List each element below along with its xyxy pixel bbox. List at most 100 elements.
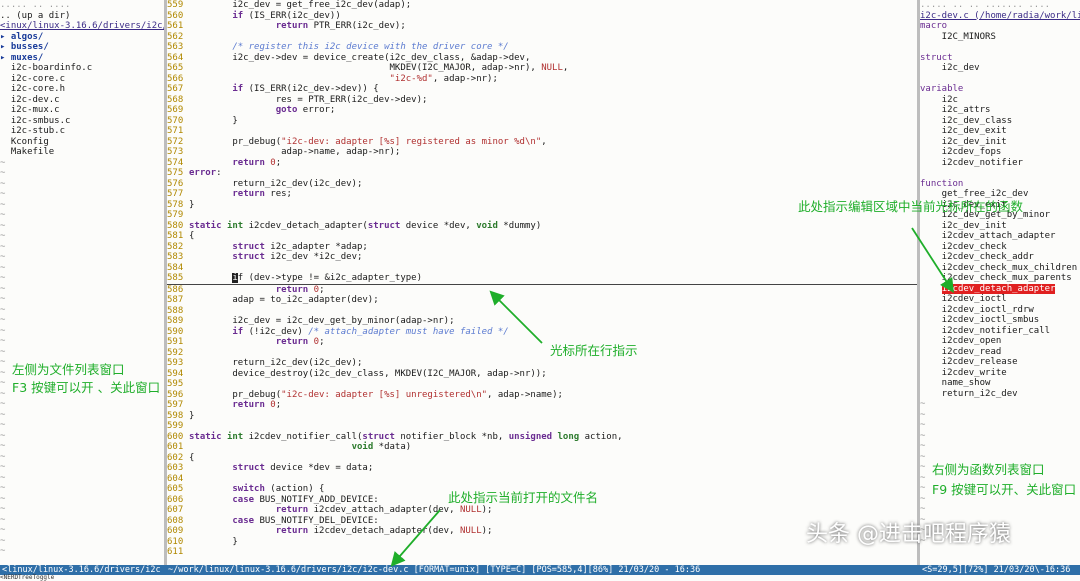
code-line[interactable]: 574 return 0; (167, 158, 917, 169)
function-list-window[interactable]: ..... .. .. ....... .... i2c-dev.c (/hom… (920, 0, 1080, 565)
file-item[interactable]: i2c-stub.c (0, 126, 164, 137)
code-line[interactable]: 611 (167, 547, 917, 558)
code-line[interactable]: 583 struct i2c_dev *i2c_dev; (167, 252, 917, 263)
tag-row[interactable]: i2cdev_notifier_call (920, 326, 1080, 337)
code-line[interactable]: 559 i2c_dev = get_free_i2c_dev(adap); (167, 0, 917, 11)
code-line[interactable]: 580 static int i2cdev_detach_adapter(stru… (167, 221, 917, 232)
code-line[interactable]: 560 if (IS_ERR(i2c_dev)) (167, 11, 917, 22)
code-line[interactable]: 567 if (IS_ERR(i2c_dev->dev)) { (167, 84, 917, 95)
file-item[interactable]: i2c-dev.c (0, 95, 164, 106)
tag-row[interactable]: get_free_i2c_dev (920, 189, 1080, 200)
code-line[interactable]: 609 return i2cdev_detach_adapter(dev, NU… (167, 526, 917, 537)
tag-row[interactable]: return_i2c_dev (920, 389, 1080, 400)
file-item[interactable]: i2c-core.c (0, 74, 164, 85)
code-line[interactable]: 587 adap = to_i2c_adapter(dev); (167, 295, 917, 306)
file-item[interactable]: i2c-boardinfo.c (0, 63, 164, 74)
code-line[interactable]: 565 MKDEV(I2C_MAJOR, adap->nr), NULL, (167, 63, 917, 74)
code-line[interactable]: 570 } (167, 116, 917, 127)
tag-row[interactable]: i2cdev_check_mux_parents (920, 273, 1080, 284)
code-line[interactable]: 592 (167, 348, 917, 359)
tag-row[interactable]: i2cdev_ioctl_rdrw (920, 305, 1080, 316)
code-line[interactable]: 575 error: (167, 168, 917, 179)
code-line[interactable]: 610 } (167, 537, 917, 548)
code-line[interactable]: 584 (167, 263, 917, 274)
tag-row[interactable]: function (920, 179, 1080, 190)
taglist-file-title[interactable]: i2c-dev.c (/home/radia/work/linux (920, 11, 1080, 22)
tag-row[interactable]: name_show (920, 378, 1080, 389)
code-line[interactable]: 577 return res; (167, 189, 917, 200)
code-line[interactable]: 603 struct device *dev = data; (167, 463, 917, 474)
tag-row[interactable]: i2c_attrs (920, 105, 1080, 116)
code-line[interactable]: 596 pr_debug("i2c-dev: adapter [%s] unre… (167, 390, 917, 401)
tag-row[interactable]: macro (920, 21, 1080, 32)
code-line[interactable]: 590 if (!i2c_dev) /* attach_adapter must… (167, 327, 917, 338)
code-line[interactable]: 576 return_i2c_dev(i2c_dev); (167, 179, 917, 190)
code-line[interactable]: 571 (167, 126, 917, 137)
current-dir-path[interactable]: <inux/linux-3.16.6/drivers/i2c/ (0, 21, 164, 32)
tag-row[interactable]: variable (920, 84, 1080, 95)
tag-row[interactable]: i2cdev_ioctl_smbus (920, 315, 1080, 326)
code-line[interactable]: 594 device_destroy(i2c_dev_class, MKDEV(… (167, 369, 917, 380)
code-line[interactable]: 601 void *data) (167, 442, 917, 453)
file-list-window[interactable]: ..... .. .... .. (up a dir) <inux/linux-… (0, 0, 164, 565)
file-item[interactable]: Makefile (0, 147, 164, 158)
tag-row[interactable]: i2cdev_ioctl (920, 294, 1080, 305)
tag-row[interactable]: i2cdev_open (920, 336, 1080, 347)
tag-row[interactable]: i2cdev_write (920, 368, 1080, 379)
tag-row[interactable]: i2cdev_read (920, 347, 1080, 358)
tag-row[interactable]: i2c (920, 95, 1080, 106)
file-item[interactable]: i2c-smbus.c (0, 116, 164, 127)
code-line[interactable]: 561 return PTR_ERR(i2c_dev); (167, 21, 917, 32)
code-line[interactable]: 604 (167, 474, 917, 485)
tag-row[interactable]: I2C_MINORS (920, 32, 1080, 43)
tag-row[interactable]: i2cdev_check (920, 242, 1080, 253)
code-line[interactable]: 597 return 0; (167, 400, 917, 411)
tag-row[interactable]: i2c_dev (920, 63, 1080, 74)
tag-row[interactable]: i2c_dev_exit (920, 126, 1080, 137)
code-line[interactable]: 582 struct i2c_adapter *adap; (167, 242, 917, 253)
code-line[interactable]: 607 return i2cdev_attach_adapter(dev, NU… (167, 505, 917, 516)
code-line[interactable]: 566 "i2c-%d", adap->nr); (167, 74, 917, 85)
tag-row[interactable]: i2cdev_detach_adapter (920, 283, 1080, 295)
tag-row[interactable]: i2cdev_attach_adapter (920, 231, 1080, 242)
tag-row[interactable]: i2cdev_notifier (920, 158, 1080, 169)
tag-row[interactable]: struct (920, 53, 1080, 64)
dir-item[interactable]: ▸ busses/ (0, 42, 164, 53)
code-line[interactable]: 564 i2c_dev->dev = device_create(i2c_dev… (167, 53, 917, 64)
code-line[interactable]: 593 return_i2c_dev(i2c_dev); (167, 358, 917, 369)
code-line[interactable]: 588 (167, 306, 917, 317)
code-line[interactable]: 562 (167, 32, 917, 43)
cursor-line[interactable]: 585 if (dev->type != &i2c_adapter_type) (167, 273, 917, 285)
code-line[interactable]: 563 /* register this i2c device with the… (167, 42, 917, 53)
code-line[interactable]: 569 goto error; (167, 105, 917, 116)
command-line[interactable]: <NERDTreeToggle (0, 575, 54, 581)
code-line[interactable]: 599 (167, 421, 917, 432)
code-line[interactable]: 568 res = PTR_ERR(i2c_dev->dev); (167, 95, 917, 106)
code-line[interactable]: 591 return 0; (167, 337, 917, 348)
file-item[interactable]: Kconfig (0, 137, 164, 148)
dir-item[interactable]: ▸ algos/ (0, 32, 164, 43)
code-line[interactable]: 572 pr_debug("i2c-dev: adapter [%s] regi… (167, 137, 917, 148)
file-item[interactable]: i2c-mux.c (0, 105, 164, 116)
tag-row[interactable]: i2cdev_release (920, 357, 1080, 368)
code-line[interactable]: 598} (167, 411, 917, 422)
code-line[interactable]: 608 case BUS_NOTIFY_DEL_DEVICE: (167, 516, 917, 527)
tag-row[interactable]: i2c_dev_init (920, 221, 1080, 232)
code-line[interactable]: 589 i2c_dev = i2c_dev_get_by_minor(adap-… (167, 316, 917, 327)
tag-row[interactable]: i2cdev_fops (920, 147, 1080, 158)
code-line[interactable]: 581 { (167, 231, 917, 242)
code-line[interactable]: 586 return 0; (167, 285, 917, 296)
tag-row[interactable]: i2cdev_check_mux_children (920, 263, 1080, 274)
editor-window[interactable]: 559 i2c_dev = get_free_i2c_dev(adap); 560… (167, 0, 917, 565)
tag-row[interactable]: i2c_dev_init (920, 137, 1080, 148)
tag-row[interactable]: i2c_dev_class (920, 116, 1080, 127)
up-dir-item[interactable]: .. (up a dir) (0, 11, 164, 22)
tag-row[interactable]: i2cdev_check_addr (920, 252, 1080, 263)
dir-item[interactable]: ▸ muxes/ (0, 53, 164, 64)
code-area[interactable]: 559 i2c_dev = get_free_i2c_dev(adap); 560… (167, 0, 917, 558)
code-line[interactable]: 600 static int i2cdev_notifier_call(struc… (167, 432, 917, 443)
code-line[interactable]: 595 (167, 379, 917, 390)
code-line[interactable]: 573 adap->name, adap->nr); (167, 147, 917, 158)
code-line[interactable]: 602 { (167, 453, 917, 464)
file-item[interactable]: i2c-core.h (0, 84, 164, 95)
